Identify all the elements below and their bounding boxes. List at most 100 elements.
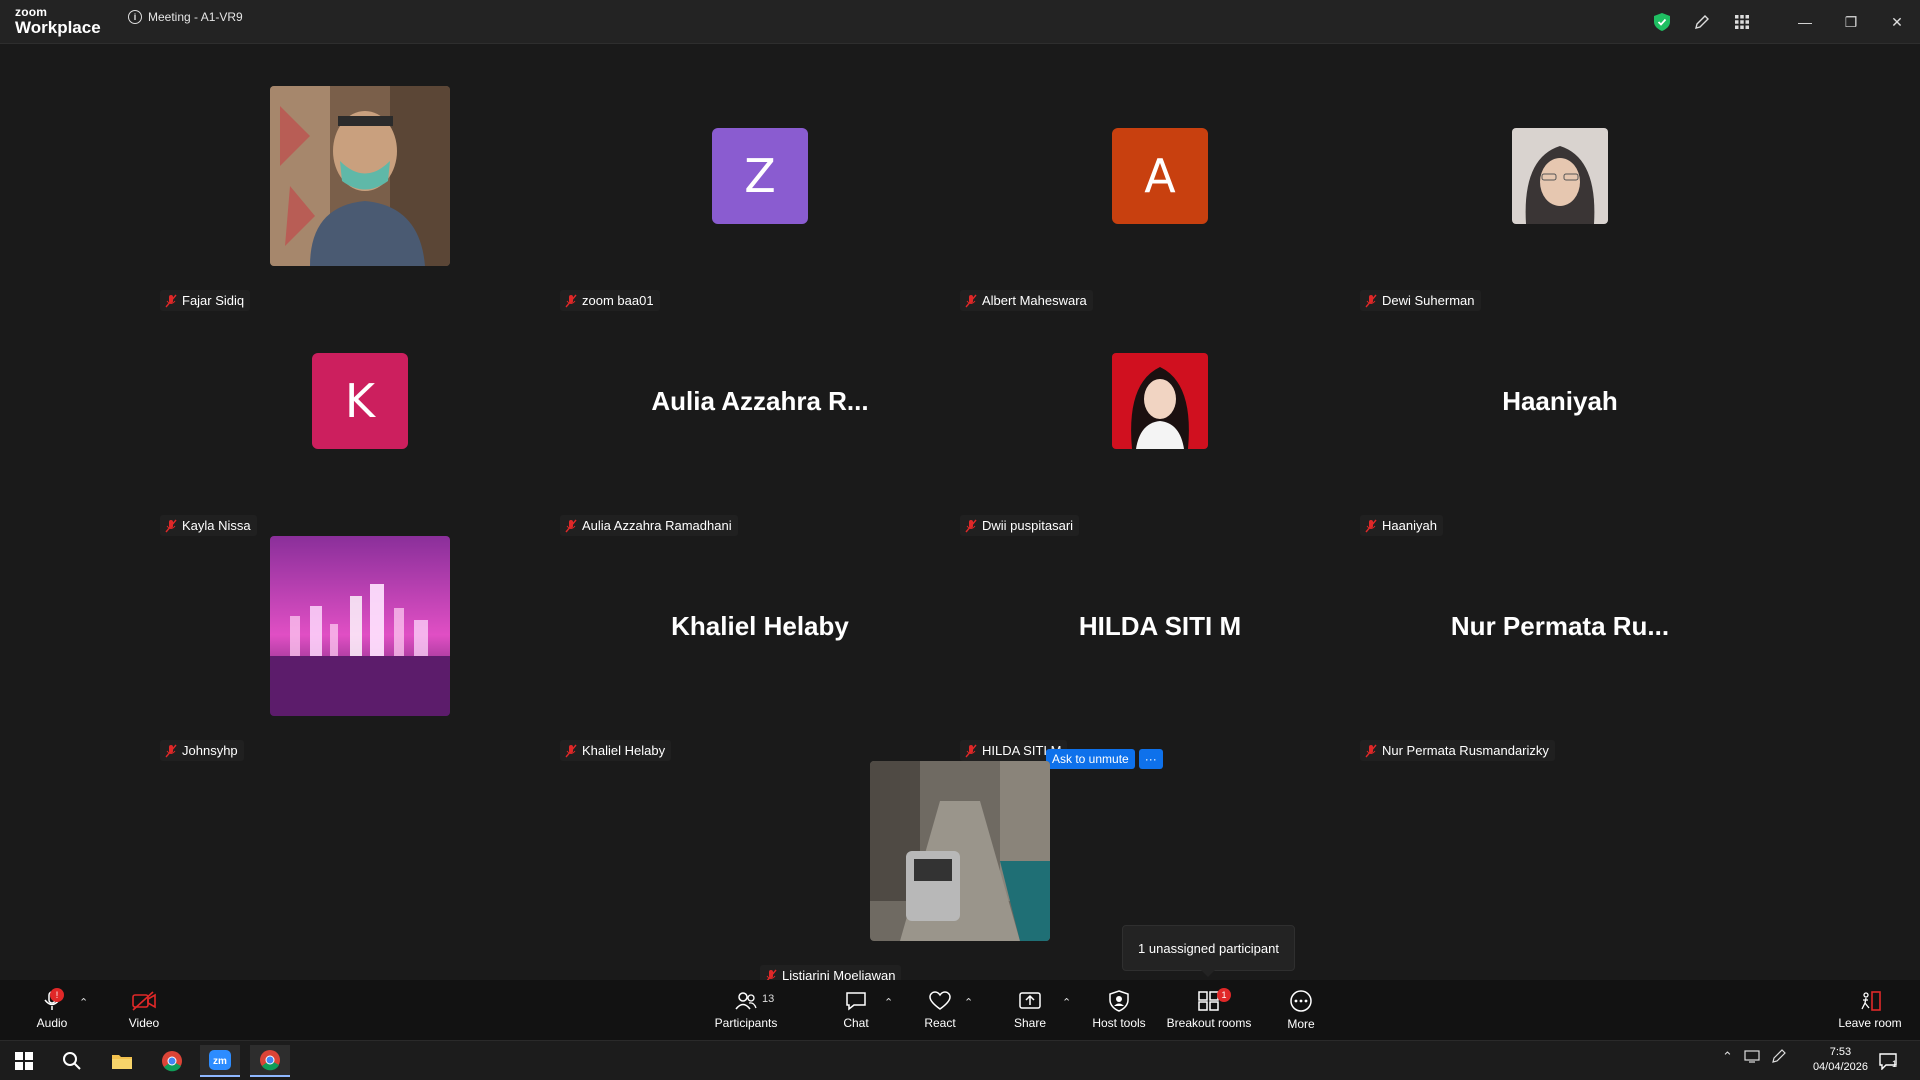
leave-room-label: Leave room — [1838, 1016, 1902, 1030]
participant-name: Albert Maheswara — [982, 293, 1087, 308]
participant-nametag: zoom baa01 — [560, 290, 660, 311]
close-button[interactable]: ✕ — [1874, 0, 1920, 44]
participant-display-name: Khaliel Helaby — [671, 610, 849, 641]
tile-content: K — [160, 311, 560, 491]
share-options-caret[interactable]: ⌃ — [1062, 996, 1071, 1009]
file-explorer-icon[interactable] — [102, 1045, 142, 1077]
participant-name: Dewi Suherman — [1382, 293, 1475, 308]
search-icon[interactable] — [52, 1045, 92, 1077]
video-tile[interactable]: Dewi Suherman — [1360, 86, 1760, 311]
host-tools-button[interactable]: Host tools — [1088, 980, 1150, 1040]
breakout-rooms-label: Breakout rooms — [1166, 1016, 1252, 1030]
more-label: More — [1287, 1017, 1315, 1031]
video-tile[interactable]: Dwii puspitasari — [960, 311, 1360, 536]
video-off-icon — [132, 991, 156, 1011]
tile-content: HILDA SITI M — [960, 536, 1360, 716]
participant-nametag: Khaliel Helaby — [560, 740, 672, 761]
restore-button[interactable]: ❐ — [1828, 0, 1874, 44]
video-tile[interactable]: Listiarini Moeljawan — [760, 761, 1160, 986]
participant-avatar: A — [1112, 128, 1208, 224]
security-shield-icon[interactable] — [1642, 0, 1682, 44]
logo-small: zoom — [15, 5, 48, 19]
tile-content — [760, 761, 1160, 941]
participant-name: Johnsyhp — [182, 743, 238, 758]
breakout-rooms-button[interactable]: Breakout rooms — [1164, 980, 1254, 1040]
chat-options-caret[interactable]: ⌃ — [884, 996, 893, 1009]
video-gallery: Fajar Sidiq Z zoom baa01 A Albert Mahesw… — [0, 45, 1920, 986]
notification-count: 1 — [1892, 1059, 1898, 1069]
title-bar: zoom Workplace i Meeting - A1-VR9 — ❐ ✕ — [0, 0, 1920, 44]
participant-photo — [270, 86, 450, 266]
audio-label: Audio — [36, 1016, 68, 1030]
tile-content: Aulia Azzahra R... — [560, 311, 960, 491]
leave-room-icon — [1861, 991, 1881, 1011]
minimize-button[interactable]: — — [1782, 0, 1828, 44]
participants-button[interactable]: Participants — [710, 980, 782, 1040]
chrome-active-icon[interactable] — [250, 1045, 290, 1077]
chrome-icon[interactable] — [152, 1045, 192, 1077]
video-tile[interactable]: Haaniyah Haaniyah — [1360, 311, 1760, 536]
meeting-toolbar: Audio ! ⌃ Video Participants 13 Chat ⌃ R… — [0, 980, 1920, 1040]
muted-mic-icon — [565, 519, 577, 532]
tile-content: Haaniyah — [1360, 311, 1760, 491]
muted-mic-icon — [965, 744, 977, 757]
heart-icon — [929, 991, 951, 1010]
clock-time: 7:53 — [1829, 1046, 1852, 1058]
react-button[interactable]: React — [918, 980, 962, 1040]
muted-mic-icon — [1365, 519, 1377, 532]
tile-content: Khaliel Helaby — [560, 536, 960, 716]
share-button[interactable]: Share — [1007, 980, 1053, 1040]
tile-content — [960, 311, 1360, 491]
pen-icon[interactable] — [1772, 1049, 1786, 1066]
muted-mic-icon — [965, 294, 977, 307]
network-icon[interactable] — [1744, 1049, 1760, 1066]
muted-mic-icon — [1365, 744, 1377, 757]
muted-mic-icon — [965, 519, 977, 532]
video-tile[interactable]: Z zoom baa01 — [560, 86, 960, 311]
svg-text:zm: zm — [213, 1056, 227, 1067]
video-tile[interactable]: Khaliel Helaby Khaliel Helaby — [560, 536, 960, 761]
participant-nametag: Dewi Suherman — [1360, 290, 1481, 311]
show-hidden-icons-caret[interactable]: ⌃ — [1722, 1049, 1733, 1065]
participant-name: Khaliel Helaby — [582, 743, 666, 758]
video-label: Video — [128, 1016, 160, 1030]
tile-content — [160, 536, 560, 716]
participant-name: zoom baa01 — [582, 293, 654, 308]
more-button[interactable]: More — [1278, 980, 1324, 1040]
participant-nametag: Fajar Sidiq — [160, 290, 251, 311]
notifications-icon[interactable]: 1 — [1868, 1045, 1908, 1077]
participant-name: Kayla Nissa — [182, 518, 251, 533]
video-tile[interactable]: HILDA SITI M HILDA SITI M — [960, 536, 1360, 761]
system-clock[interactable]: 7:53 04/04/2026 — [1813, 1045, 1868, 1075]
share-label: Share — [1013, 1016, 1047, 1030]
audio-options-caret[interactable]: ⌃ — [79, 996, 88, 1009]
video-tile[interactable]: Johnsyhp — [160, 536, 560, 761]
chat-label: Chat — [843, 1016, 869, 1030]
participant-name: Fajar Sidiq — [182, 293, 245, 308]
muted-mic-icon — [165, 294, 177, 307]
share-screen-icon — [1019, 992, 1041, 1009]
participant-nametag: Kayla Nissa — [160, 515, 257, 536]
participant-display-name: Aulia Azzahra R... — [651, 385, 869, 416]
chat-button[interactable]: Chat — [834, 980, 878, 1040]
participant-avatar: K — [312, 353, 408, 449]
muted-mic-icon — [165, 744, 177, 757]
video-tile[interactable]: Nur Permata Ru... Nur Permata Rusmandari… — [1360, 536, 1760, 761]
participant-photo — [870, 761, 1050, 941]
leave-room-button[interactable]: Leave room — [1832, 980, 1908, 1040]
video-tile[interactable]: A Albert Maheswara — [960, 86, 1360, 311]
windows-start-icon[interactable] — [4, 1045, 44, 1077]
video-tile[interactable]: Fajar Sidiq — [160, 86, 560, 311]
video-tile[interactable]: Aulia Azzahra R... Aulia Azzahra Ramadha… — [560, 311, 960, 536]
react-options-caret[interactable]: ⌃ — [964, 996, 973, 1009]
zoom-taskbar-icon[interactable]: zm — [200, 1045, 240, 1077]
video-button[interactable]: Video — [122, 980, 166, 1040]
video-tile[interactable]: K Kayla Nissa — [160, 311, 560, 536]
participant-nametag: Albert Maheswara — [960, 290, 1093, 311]
participants-icon — [735, 992, 757, 1010]
meeting-info[interactable]: i Meeting - A1-VR9 — [128, 10, 243, 24]
more-dots-icon — [1290, 990, 1312, 1012]
annotate-pencil-icon[interactable] — [1682, 0, 1722, 44]
apps-grid-icon[interactable] — [1722, 0, 1762, 44]
muted-mic-icon — [165, 519, 177, 532]
